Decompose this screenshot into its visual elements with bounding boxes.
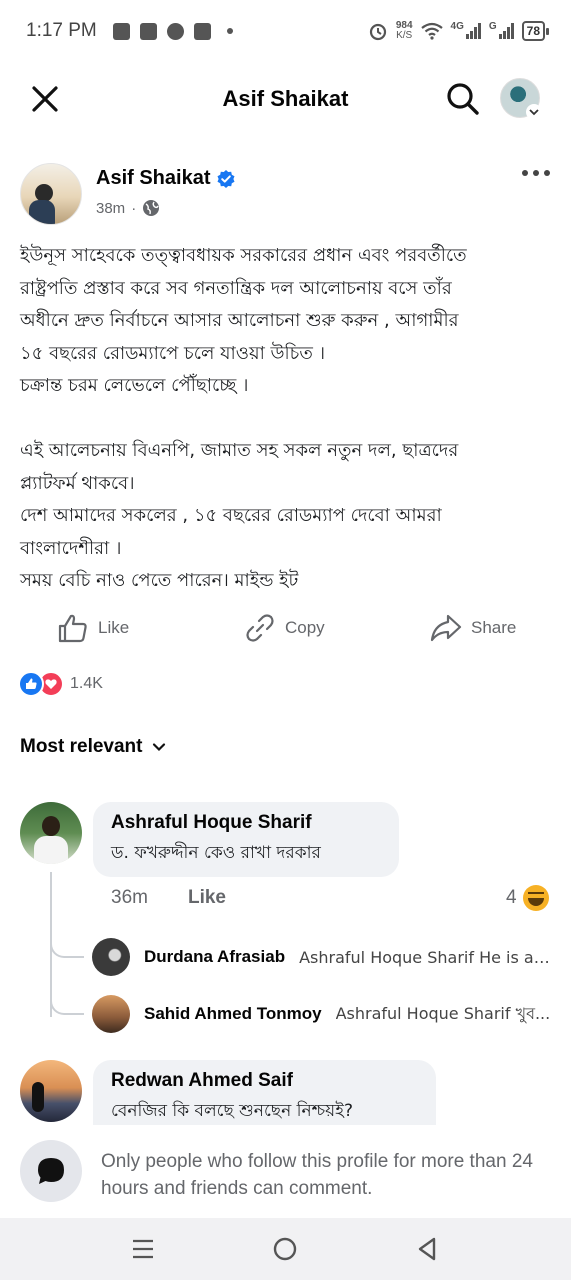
network-type-1: 4G xyxy=(450,20,464,32)
commenter-avatar[interactable] xyxy=(20,1060,82,1122)
haha-reaction-icon xyxy=(522,885,549,911)
post-author-avatar[interactable] xyxy=(20,163,82,225)
page-title: Asif Shaikat xyxy=(222,86,349,111)
globe-icon xyxy=(143,200,160,216)
comment-time: 36m xyxy=(111,887,148,908)
copy-button[interactable]: Copy xyxy=(243,606,325,650)
sort-label: Most relevant xyxy=(20,736,143,757)
reply-text-preview: Ashraful Hoque Sharif He is a t... xyxy=(299,947,552,967)
alarm-icon xyxy=(369,23,386,41)
comment-sort-dropdown[interactable]: Most relevant xyxy=(20,736,166,758)
chevron-down-icon xyxy=(153,743,166,752)
verified-badge-icon xyxy=(217,169,235,188)
post-line: সময় বেচি নাও পেতে পারেন। মাইন্ড ইট xyxy=(20,570,299,591)
search-button[interactable] xyxy=(444,80,482,118)
back-triangle-icon xyxy=(418,1237,436,1261)
net-speed-unit: K/S xyxy=(396,30,413,41)
commenter-avatar[interactable] xyxy=(20,802,82,864)
post-line: চক্রান্ত চরম লেভেলে পৌঁছাচ্ছে । xyxy=(20,375,249,396)
reaction-summary[interactable]: 1.4K xyxy=(18,671,103,697)
comment-restriction-notice: Only people who follow this profile for … xyxy=(101,1151,533,1199)
notification-square-icon xyxy=(112,22,130,40)
home-button[interactable] xyxy=(270,1234,300,1264)
post-author-name[interactable]: Asif Shaikat xyxy=(96,167,210,190)
reddit-notification-icon xyxy=(166,22,184,40)
app-header: Asif Shaikat xyxy=(0,62,571,136)
system-navigation-bar xyxy=(0,1218,571,1280)
status-left: 1:17 PM xyxy=(26,20,233,42)
post-line: রাষ্ট্রপতি প্রস্তাব করে সব গনতান্ত্রিক দ… xyxy=(20,277,452,299)
back-button[interactable] xyxy=(412,1234,442,1264)
commenter-name[interactable]: Redwan Ahmed Saif xyxy=(111,1070,418,1092)
network-speed: 984 K/S xyxy=(396,21,413,41)
post-line: ইউনূস সাহেবকে তত্ত্বাবধায়ক সরকারের প্রধ… xyxy=(20,245,467,266)
comment-text: ড. ফখরুদ্দীন কেও রাখা দরকার xyxy=(111,843,321,863)
status-bar: 1:17 PM 984 K/S 4G G 78 xyxy=(0,0,571,62)
comment-reaction-count: 4 xyxy=(506,887,517,908)
reply-text-preview: Ashraful Hoque Sharif খুব... xyxy=(335,1003,551,1023)
status-right: 984 K/S 4G G 78 xyxy=(368,20,550,41)
like-button[interactable]: Like xyxy=(56,606,129,650)
post-line: অধীনে দ্রুত নির্বাচনে আসার আলোচনা শুরু ক… xyxy=(20,310,459,331)
reply-author-name[interactable]: Sahid Ahmed Tonmoy xyxy=(144,1004,322,1024)
facebook-notification-icon xyxy=(139,22,157,40)
reply-avatar[interactable] xyxy=(92,995,130,1033)
comment-bubble[interactable]: Redwan Ahmed Saif বেনজির কি বলছে শুনছেন … xyxy=(93,1060,436,1125)
chat-bubble-icon xyxy=(38,1158,64,1184)
post-line: ১৫ বছরের রোডম্যাপে চলে যাওয়া উচিত । xyxy=(20,342,326,364)
more-dots-icon xyxy=(522,170,528,176)
reply-avatar[interactable] xyxy=(92,938,130,976)
search-icon xyxy=(447,83,479,115)
post-line: এই আলেচনায় বিএনপি, জামাত সহ সকল নতুন দল… xyxy=(20,440,459,461)
chevron-down-icon[interactable] xyxy=(526,104,542,120)
post-meta: 38m · xyxy=(96,199,160,217)
like-reaction-icon xyxy=(18,671,44,697)
like-label: Like xyxy=(98,618,130,637)
comment-text: বেনজির কি বলছে শুনছেন নিশ্চয়ই? xyxy=(111,1101,353,1121)
menu-lines-icon xyxy=(133,1239,153,1259)
comment-meta: 36m Like xyxy=(111,887,226,909)
reply-author-name[interactable]: Durdana Afrasiab xyxy=(144,947,285,967)
link-icon xyxy=(246,614,274,642)
share-label: Share xyxy=(471,618,517,637)
reply-branch-line xyxy=(50,993,84,1015)
reply-branch-line xyxy=(50,936,84,958)
home-circle-icon xyxy=(273,1237,297,1261)
signal-bars-1-icon xyxy=(465,23,481,39)
comment-reaction-summary[interactable]: 4 xyxy=(506,885,549,911)
commenter-name[interactable]: Ashraful Hoque Sharif xyxy=(111,812,381,834)
post-actions: Like Copy Share xyxy=(0,606,571,650)
share-button[interactable]: Share xyxy=(429,606,516,650)
post-author-row: Asif Shaikat xyxy=(96,167,236,190)
reply-item[interactable]: Sahid Ahmed Tonmoy Ashraful Hoque Sharif… xyxy=(92,995,552,1033)
post-time[interactable]: 38m xyxy=(96,200,125,217)
gallery-notification-icon xyxy=(193,22,211,40)
share-arrow-icon xyxy=(430,614,462,642)
post-line: বাংলাদেশীরা । xyxy=(20,537,122,559)
copy-label: Copy xyxy=(285,618,325,637)
more-notifications-dot-icon xyxy=(226,28,233,34)
network-type-2: G xyxy=(488,20,497,32)
chat-bubble-icon-wrapper xyxy=(20,1140,82,1202)
post-line: প্ল্যাটফর্ম থাকবে। xyxy=(20,472,135,494)
more-options-button[interactable] xyxy=(522,170,556,182)
status-time: 1:17 PM xyxy=(26,20,97,41)
wifi-icon xyxy=(420,22,443,40)
thumbs-up-icon xyxy=(58,614,87,643)
reaction-count: 1.4K xyxy=(70,675,103,692)
post-body: ইউনূস সাহেবকে তত্ত্বাবধায়ক সরকারের প্রধ… xyxy=(20,240,555,598)
comment-bubble[interactable]: Ashraful Hoque Sharif ড. ফখরুদ্দীন কেও র… xyxy=(93,802,399,877)
post-line: দেশ আমাদের সকলের , ১৫ বছরের রোডম্যাপ দেব… xyxy=(20,505,442,526)
signal-bars-2-icon xyxy=(498,23,514,39)
comment-like-button[interactable]: Like xyxy=(188,887,226,909)
battery-indicator: 78 xyxy=(521,21,550,41)
recent-apps-button[interactable] xyxy=(128,1234,158,1264)
reply-item[interactable]: Durdana Afrasiab Ashraful Hoque Sharif H… xyxy=(92,938,552,976)
